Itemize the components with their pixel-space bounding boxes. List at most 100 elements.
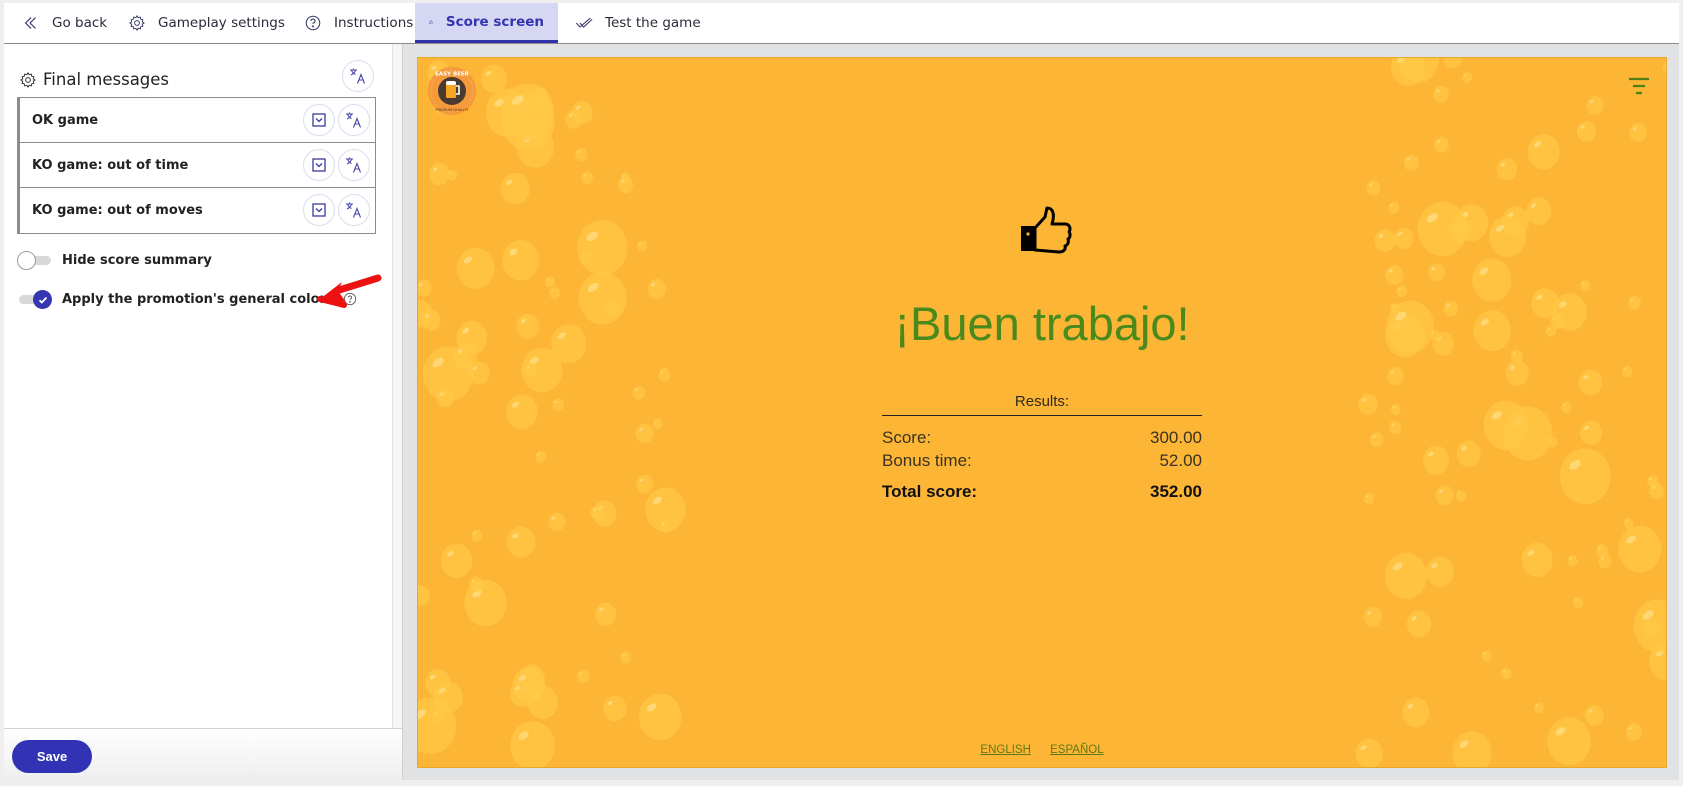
results-row-label: Bonus time: [882,451,972,470]
hamburger-menu-icon[interactable] [1628,76,1650,96]
bubble [418,279,432,297]
list-item[interactable]: KO game: out of time [20,143,375,188]
bubble [1576,120,1596,142]
bubble [1500,667,1512,680]
bubble [1366,180,1381,196]
expand-button[interactable] [303,104,335,136]
tab-label: Instructions [334,15,414,31]
bubble [1629,123,1647,143]
bubble [1521,542,1553,578]
annotation-arrow-icon [317,274,382,308]
bubble [1387,367,1404,386]
bubble [1481,650,1493,662]
bubble [1363,607,1383,627]
settings-panel-scrollbar[interactable] [392,44,402,728]
list-item[interactable]: KO game: out of moves [20,188,375,233]
results-total-label: Total score: [882,482,978,501]
result-headline: ¡Buen trabajo! [894,297,1190,350]
bubble [1547,717,1591,766]
apply-general-colors-toggle[interactable] [17,290,52,309]
bubble [1385,265,1404,286]
bubble [436,388,455,408]
bubble [635,423,654,444]
language-link-english[interactable]: ENGLISH [980,744,1031,756]
translate-icon [350,68,366,84]
results-row-value: 300.00 [1150,428,1202,447]
bubble [510,680,535,708]
results-row-label: Score: [882,428,932,447]
translate-button[interactable] [338,194,370,226]
beer-mug-icon [446,83,456,98]
bubble [660,520,672,533]
bubble [1388,201,1400,214]
bubble [440,543,473,579]
bubble [636,474,654,494]
tab-test-the-game[interactable]: Test the game [561,3,715,43]
bubble [1358,393,1378,415]
section-title: Final messages [19,70,169,89]
chevron-down-square-icon [312,113,326,127]
double-chevron-left-icon [24,17,36,29]
translate-icon [346,112,362,128]
double-check-icon [575,17,593,28]
language-link-espanol[interactable]: ESPAÑOL [1050,744,1103,756]
bubble [1526,197,1552,225]
bubble [1363,492,1375,505]
bubble [1662,62,1666,74]
bubble [506,394,538,430]
bubble [1496,158,1517,181]
translate-button[interactable] [342,60,374,92]
toggle-knob [17,251,36,270]
bubble [1462,71,1473,84]
brand-logo: EASY BEER PREMIUM QUALITY [428,67,476,115]
bubble [590,505,604,520]
bubble [1527,134,1560,170]
bubble [1559,448,1611,505]
save-button[interactable]: Save [12,740,92,773]
bubble [595,602,617,626]
apply-general-colors-row: Apply the promotion's general colors [17,290,357,309]
bubble [1374,229,1396,253]
bubble [544,276,555,288]
hide-score-summary-row: Hide score summary [17,251,212,270]
bubble [1622,366,1633,378]
bubble [1406,610,1432,638]
bubble [577,219,628,276]
results-row: Score: 300.00 [882,426,1202,449]
bubble [471,529,483,542]
translate-button[interactable] [338,104,370,136]
results-total-row: Total score: 352.00 [882,480,1202,503]
bubble [1561,401,1572,414]
tab-score-screen[interactable]: Score screen [415,3,558,43]
bubble [1623,517,1634,529]
chevron-down-square-icon [312,158,326,172]
bubble [1584,704,1604,726]
gear-icon [19,71,36,88]
bubble [1489,216,1526,257]
bubble [603,695,627,722]
expand-button[interactable] [303,149,335,181]
tab-label: Go back [52,15,108,31]
translate-button[interactable] [338,149,370,181]
bubble [1433,85,1449,103]
bubble [469,576,484,592]
bubble [1456,440,1481,467]
tab-instructions[interactable]: Instructions [290,3,427,43]
hide-score-summary-toggle[interactable] [17,251,51,270]
bubble [658,368,671,382]
tab-gameplay-settings[interactable]: Gameplay settings [114,3,299,43]
top-tab-bar: Go back Gameplay settings Instructions S… [4,3,1679,44]
tab-go-back[interactable]: Go back [8,3,121,43]
bubble [429,162,450,186]
results-row-value: 52.00 [1159,451,1202,470]
bubble [456,247,495,290]
bubble [1428,263,1445,282]
list-item[interactable]: OK game [20,98,375,143]
bubble [638,693,682,741]
bubble [1369,432,1384,448]
bubble [1388,420,1402,435]
toggle-knob [33,290,52,309]
expand-button[interactable] [303,194,335,226]
bubble [1505,360,1529,386]
language-links: ENGLISH ESPAÑOL [418,744,1666,756]
